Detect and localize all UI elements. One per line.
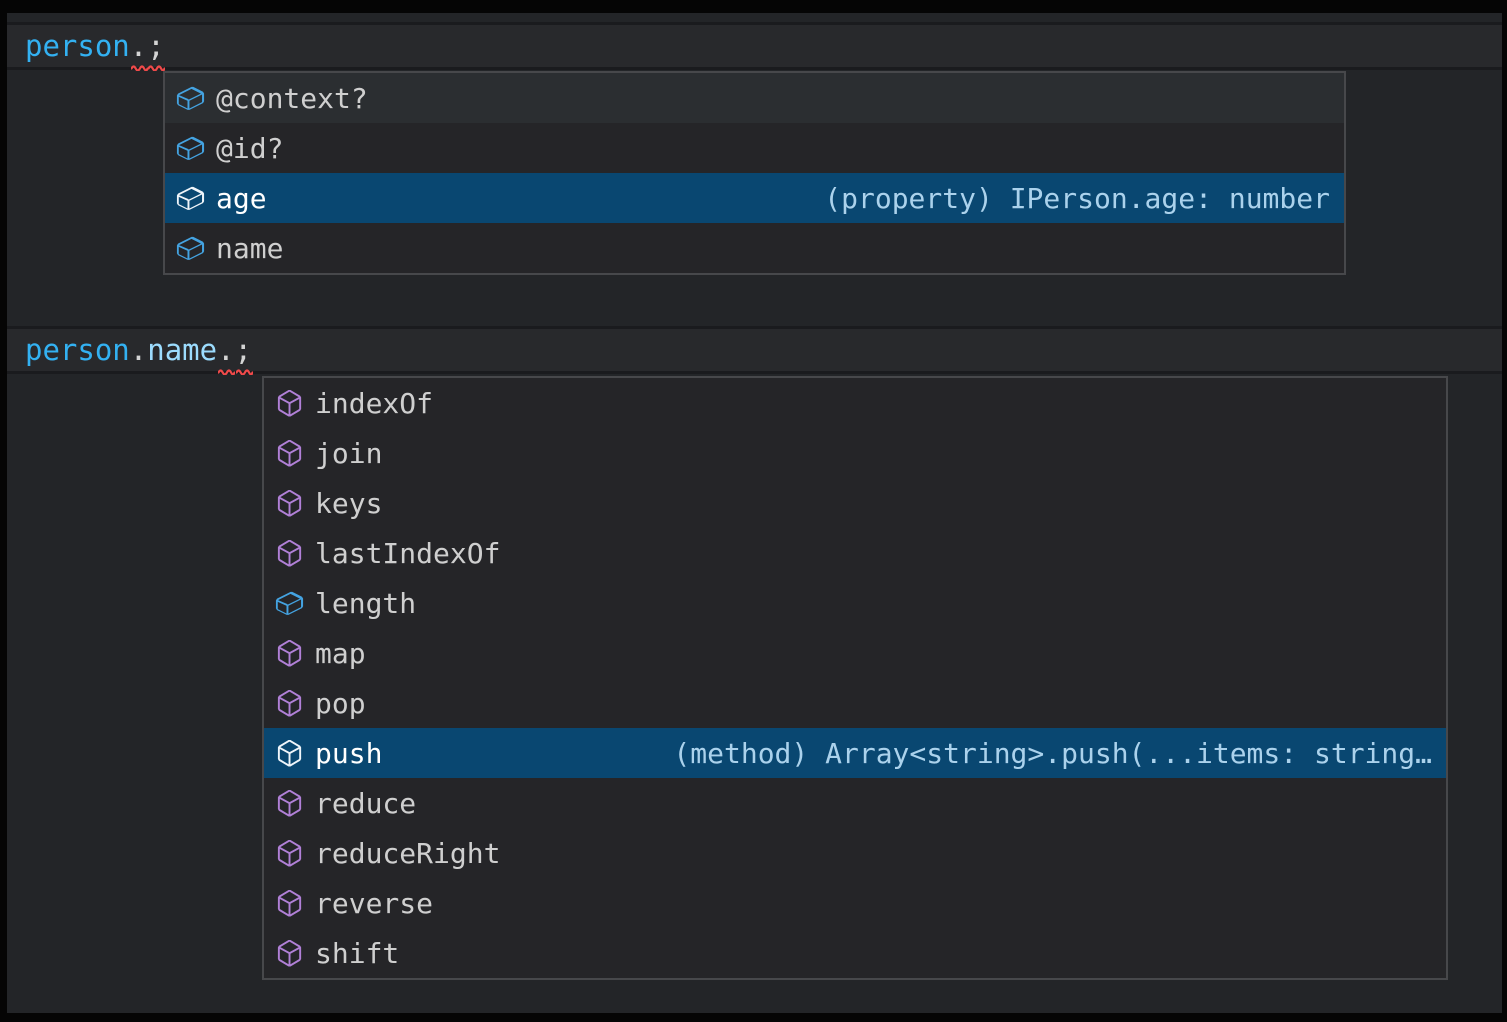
suggestion-label: map	[315, 637, 366, 670]
symbol-method-icon	[273, 737, 305, 769]
code-token-variable: person	[25, 25, 130, 67]
code-token-punct: .	[217, 329, 234, 371]
suggestion-item-id[interactable]: @id?	[165, 123, 1344, 173]
code-text: person.;	[25, 25, 165, 67]
code-line-person[interactable]: person.;	[7, 22, 1502, 70]
code-line-person-name[interactable]: person.name.;	[7, 326, 1502, 374]
symbol-method-icon	[273, 487, 305, 519]
suggestion-item-length[interactable]: length	[264, 578, 1446, 628]
suggestion-item-indexof[interactable]: indexOf	[264, 378, 1446, 428]
suggestion-label: shift	[315, 937, 399, 970]
suggestion-label: pop	[315, 687, 366, 720]
suggestion-label: push	[315, 737, 382, 770]
suggestion-item-name[interactable]: name	[165, 223, 1344, 273]
code-token-punct: ;	[147, 25, 164, 67]
suggestion-label: indexOf	[315, 387, 433, 420]
suggestion-detail: (property) IPerson.age: number	[804, 182, 1336, 215]
suggestion-item-pop[interactable]: pop	[264, 678, 1446, 728]
error-squiggle-icon	[148, 63, 165, 71]
code-token-text: ;	[235, 333, 252, 367]
error-squiggle-icon	[131, 63, 148, 71]
suggestion-label: name	[216, 232, 283, 265]
symbol-field-icon	[174, 82, 206, 114]
code-token-text: person	[25, 333, 130, 367]
code-token-text: name	[147, 333, 217, 367]
symbol-method-icon	[273, 637, 305, 669]
symbol-method-icon	[273, 387, 305, 419]
suggestion-label: reverse	[315, 887, 433, 920]
screenshot-canvas: person.; person.name.; @context?@id?age(…	[0, 0, 1507, 1022]
suggestion-item-reverse[interactable]: reverse	[264, 878, 1446, 928]
symbol-field-icon	[174, 182, 206, 214]
error-squiggle-icon	[236, 367, 253, 375]
code-text: person.name.;	[25, 329, 252, 371]
symbol-method-icon	[273, 937, 305, 969]
suggest-widget-person-name: indexOf join keys lastIndexOf length map pop pu…	[262, 376, 1448, 980]
suggest-widget-person: @context? @id? age (property) IPerson.age: …	[163, 71, 1346, 275]
suggestion-label: keys	[315, 487, 382, 520]
symbol-field-icon	[174, 132, 206, 164]
code-token-punct: .	[130, 329, 147, 371]
suggestion-item-push[interactable]: push (method) Array<string>.push(...items…	[264, 728, 1446, 778]
suggestion-item-keys[interactable]: keys	[264, 478, 1446, 528]
suggestion-item-join[interactable]: join	[264, 428, 1446, 478]
suggestion-label: join	[315, 437, 382, 470]
suggestion-item-age[interactable]: age (property) IPerson.age: number	[165, 173, 1344, 223]
error-squiggle-icon	[218, 367, 235, 375]
symbol-method-icon	[273, 887, 305, 919]
suggestion-label: age	[216, 182, 267, 215]
suggestion-label: @context?	[216, 82, 368, 115]
suggestion-item-shift[interactable]: shift	[264, 928, 1446, 978]
code-token-punct: .	[130, 25, 147, 67]
code-token-property: name	[147, 329, 217, 371]
symbol-method-icon	[273, 787, 305, 819]
suggestion-item-lastindexof[interactable]: lastIndexOf	[264, 528, 1446, 578]
suggestion-label: reduce	[315, 787, 416, 820]
symbol-method-icon	[273, 687, 305, 719]
suggestion-label: @id?	[216, 132, 283, 165]
suggestion-item-reduce[interactable]: reduce	[264, 778, 1446, 828]
code-token-text: ;	[147, 29, 164, 63]
code-token-text: .	[130, 29, 147, 63]
symbol-method-icon	[273, 537, 305, 569]
suggestion-label: reduceRight	[315, 837, 500, 870]
suggestion-item-context[interactable]: @context?	[165, 73, 1344, 123]
suggestion-item-reduceright[interactable]: reduceRight	[264, 828, 1446, 878]
code-token-text: person	[25, 29, 130, 63]
code-token-text: .	[217, 333, 234, 367]
suggestion-label: length	[315, 587, 416, 620]
suggestion-label: lastIndexOf	[315, 537, 500, 570]
symbol-field-icon	[273, 587, 305, 619]
suggestion-detail: (method) Array<string>.push(...items: st…	[653, 737, 1438, 770]
symbol-field-icon	[174, 232, 206, 264]
symbol-method-icon	[273, 837, 305, 869]
symbol-method-icon	[273, 437, 305, 469]
code-token-text: .	[130, 333, 147, 367]
code-token-variable: person	[25, 329, 130, 371]
suggestion-item-map[interactable]: map	[264, 628, 1446, 678]
code-token-punct: ;	[235, 329, 252, 371]
